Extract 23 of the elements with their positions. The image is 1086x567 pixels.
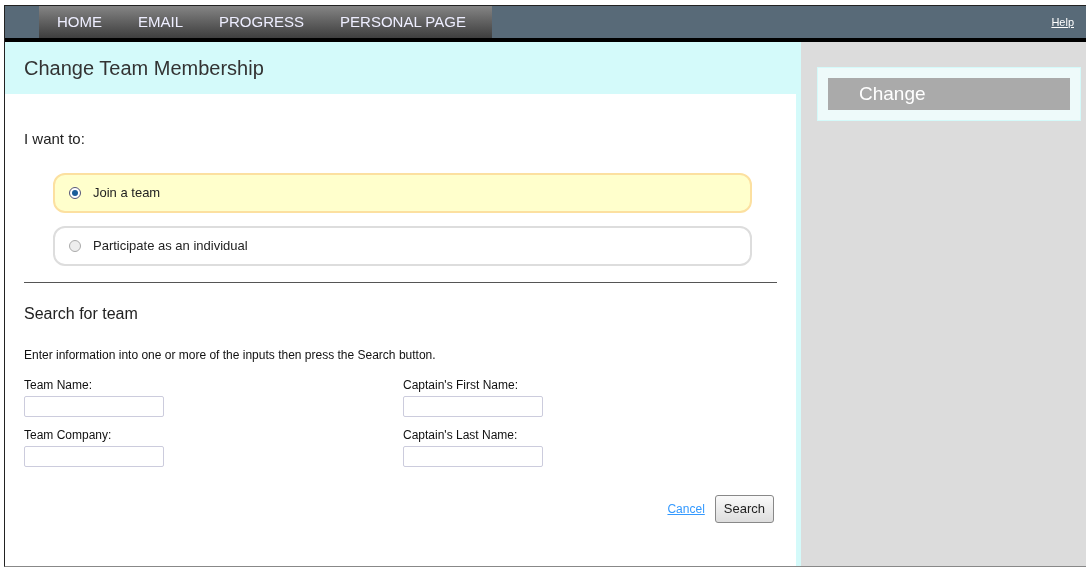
radio-button[interactable] [69, 186, 81, 199]
option-row[interactable]: Join a team [53, 172, 752, 213]
input-field[interactable] [403, 445, 543, 467]
field-label: Team Company: [24, 426, 113, 444]
field-label: Captain's Last Name: [403, 426, 519, 444]
input-field[interactable] [24, 395, 164, 417]
nav-link[interactable]: PROGRESS [201, 6, 323, 38]
option-row[interactable]: Participate as an individual [53, 225, 752, 266]
nav-link[interactable]: PERSONAL PAGE [322, 6, 484, 38]
prompt-text: I want to: [24, 129, 86, 149]
field-label: Team Name: [24, 376, 94, 394]
cancel-link[interactable]: Cancel [667, 499, 705, 518]
input-field[interactable] [403, 395, 543, 417]
nav-link[interactable]: EMAIL [120, 6, 201, 38]
page-title: Change Team Membership [24, 56, 264, 81]
help-link[interactable]: Help [1051, 13, 1074, 31]
field-label: Captain's First Name: [403, 376, 519, 394]
radio-button[interactable] [69, 239, 81, 252]
nav-link[interactable]: HOME [39, 6, 120, 38]
section-heading: Search for team [24, 303, 139, 324]
instructions-text: Enter information into one or more of the inputs then press the Search button. [24, 346, 437, 364]
input-field[interactable] [24, 445, 164, 467]
search-button[interactable]: Search [714, 494, 774, 523]
